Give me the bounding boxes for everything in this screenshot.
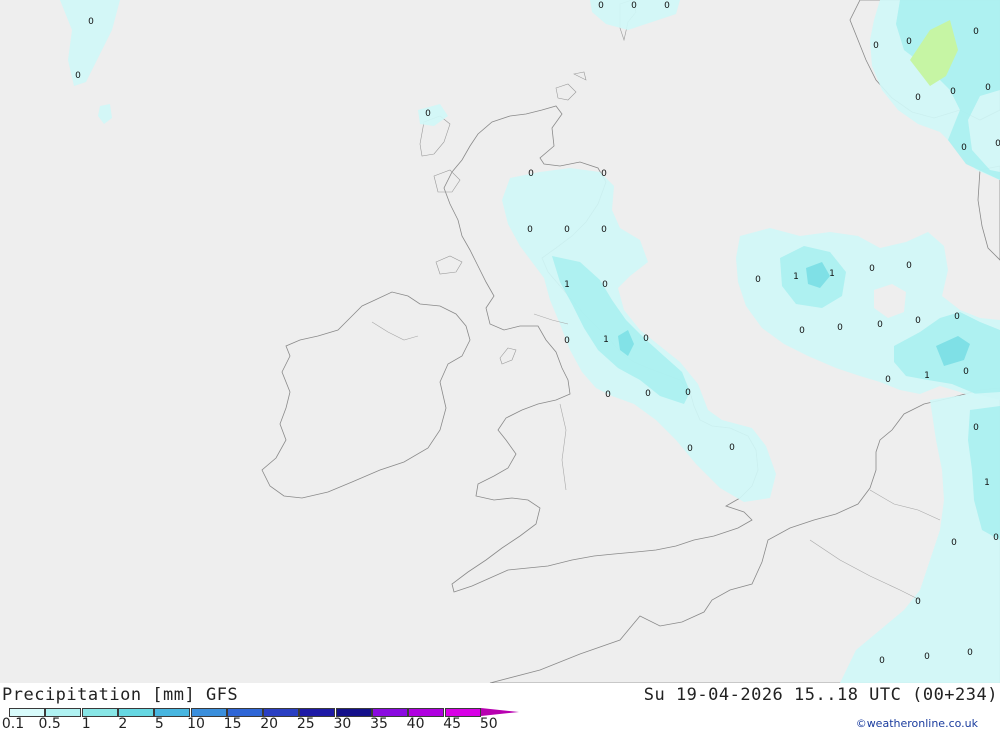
precipitation-map: 0 0 0 0 0 0 0 0 0 0 0 0 0 0 0 0 0 0 0 0 1 1 0 0 1 0 0 0 0 0 0 0 1 0 0 1 0 0 0 0… bbox=[0, 0, 1000, 683]
value-label: 0 bbox=[869, 264, 875, 274]
value-label: 0 bbox=[993, 533, 999, 543]
value-label: 0 bbox=[598, 1, 604, 11]
map-title: Precipitation [mm] GFS bbox=[2, 685, 239, 705]
value-label: 1 bbox=[564, 280, 570, 290]
value-label: 0 bbox=[924, 652, 930, 662]
legend-tick-label: 25 bbox=[296, 716, 315, 732]
value-label: 0 bbox=[963, 367, 969, 377]
value-label: 0 bbox=[75, 71, 81, 81]
legend-tick-label: 35 bbox=[370, 716, 388, 732]
value-label: 0 bbox=[985, 83, 991, 93]
value-label: 1 bbox=[924, 371, 930, 381]
value-label: 0 bbox=[601, 225, 607, 235]
value-label: 0 bbox=[906, 37, 912, 47]
value-label: 0 bbox=[915, 597, 921, 607]
value-label: 0 bbox=[961, 143, 967, 153]
value-label: 0 bbox=[879, 656, 885, 666]
legend-arrow bbox=[481, 708, 519, 716]
value-label: 0 bbox=[837, 323, 843, 333]
value-label: 0 bbox=[631, 1, 637, 11]
value-label: 0 bbox=[967, 648, 973, 658]
value-label: 0 bbox=[906, 261, 912, 271]
value-label: 0 bbox=[973, 27, 979, 37]
credit-link[interactable]: ©weatheronline.co.uk bbox=[856, 717, 978, 730]
legend-tick-label: 0.1 bbox=[1, 716, 25, 732]
footer: Precipitation [mm] GFS Su 19-04-2026 15.… bbox=[0, 683, 1000, 733]
value-label: 0 bbox=[799, 326, 805, 336]
legend-tick-label: 0.5 bbox=[38, 716, 61, 732]
value-label: 0 bbox=[528, 169, 534, 179]
value-label: 0 bbox=[685, 388, 691, 398]
value-label: 0 bbox=[601, 169, 607, 179]
value-label: 0 bbox=[643, 334, 649, 344]
map-timestamp: Su 19-04-2026 15..18 UTC (00+234) bbox=[643, 685, 998, 705]
legend-tick-label: 20 bbox=[260, 716, 279, 732]
legend-tick-label: 1 bbox=[81, 716, 91, 732]
value-label: 0 bbox=[687, 444, 693, 454]
value-label: 0 bbox=[950, 87, 956, 97]
value-label: 1 bbox=[984, 478, 990, 488]
legend-tick-label: 2 bbox=[118, 716, 128, 732]
legend-tick-label: 50 bbox=[479, 716, 498, 732]
value-label: 0 bbox=[729, 443, 735, 453]
value-label: 0 bbox=[755, 275, 761, 285]
value-label: 0 bbox=[877, 320, 883, 330]
value-label: 0 bbox=[995, 139, 1000, 149]
value-label: 0 bbox=[664, 1, 670, 11]
legend-tick-label: 45 bbox=[443, 716, 462, 732]
value-label: 1 bbox=[603, 335, 609, 345]
value-label: 1 bbox=[793, 272, 799, 282]
value-label: 0 bbox=[88, 17, 94, 27]
value-label: 0 bbox=[564, 336, 570, 346]
legend-tick-label: 15 bbox=[223, 716, 242, 732]
value-label: 0 bbox=[915, 93, 921, 103]
value-label: 0 bbox=[973, 423, 979, 433]
value-label: 0 bbox=[951, 538, 957, 548]
value-label: 0 bbox=[885, 375, 891, 385]
value-label: 1 bbox=[829, 269, 835, 279]
legend-tick-label: 30 bbox=[333, 716, 352, 732]
value-label: 0 bbox=[527, 225, 533, 235]
value-label: 0 bbox=[873, 41, 879, 51]
value-label: 0 bbox=[954, 312, 960, 322]
value-label: 0 bbox=[425, 109, 431, 119]
value-label: 0 bbox=[602, 280, 608, 290]
legend-tick-label: 5 bbox=[154, 716, 164, 732]
legend-tick-label: 40 bbox=[406, 716, 425, 732]
value-label: 0 bbox=[645, 389, 651, 399]
value-label: 0 bbox=[564, 225, 570, 235]
legend-tick-label: 10 bbox=[187, 716, 205, 732]
value-label: 0 bbox=[605, 390, 611, 400]
value-label: 0 bbox=[915, 316, 921, 326]
